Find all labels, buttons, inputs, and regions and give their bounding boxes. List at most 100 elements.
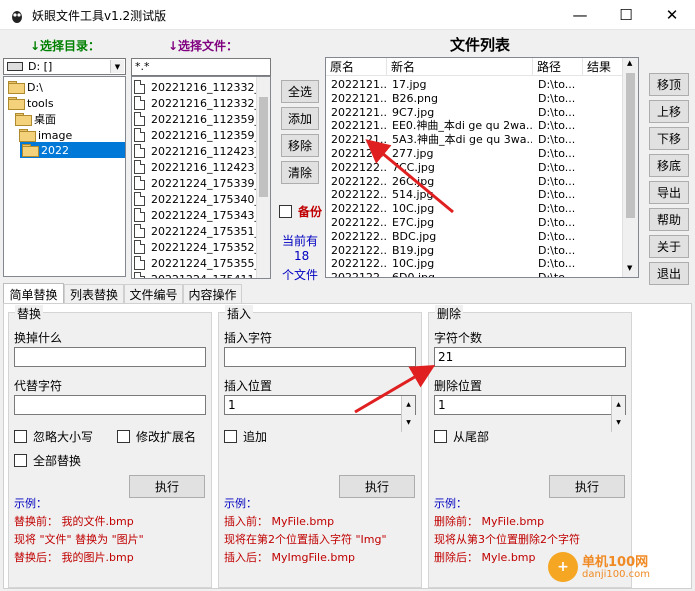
chevron-down-icon[interactable]: ▼ bbox=[110, 60, 124, 73]
spin-down-icon[interactable]: ▼ bbox=[611, 414, 625, 432]
minimize-button[interactable]: — bbox=[557, 0, 603, 30]
column-header-path[interactable]: 路径 bbox=[533, 58, 583, 75]
checkbox-box[interactable] bbox=[434, 430, 447, 443]
checkbox-box[interactable] bbox=[117, 430, 130, 443]
tree-item-desktop[interactable]: 桌面 bbox=[15, 111, 56, 127]
spin-up-icon[interactable]: ▲ bbox=[401, 396, 415, 414]
file-list-item[interactable]: 20221224_175340_E bbox=[134, 191, 256, 207]
ignore-case-checkbox[interactable]: 忽略大小写 bbox=[14, 428, 93, 445]
modify-extension-checkbox[interactable]: 修改扩展名 bbox=[117, 428, 196, 445]
file-list-item[interactable]: 20221224_175355_D bbox=[134, 255, 256, 271]
tab-list-replace[interactable]: 列表替换 bbox=[64, 284, 124, 303]
checkbox-box[interactable] bbox=[279, 205, 292, 218]
watermark-logo-icon: + bbox=[548, 552, 578, 582]
file-icon bbox=[134, 192, 145, 206]
replace-group-title: 替换 bbox=[15, 305, 44, 322]
file-table[interactable]: 原名 新名 路径 结果 2022121... 17.jpg D:\to... 2022… bbox=[325, 57, 639, 278]
column-header-new[interactable]: 新名 bbox=[387, 58, 533, 75]
file-filter-input[interactable]: *.* bbox=[131, 58, 271, 76]
cell-new-name: BDC.jpg bbox=[392, 229, 437, 243]
file-list-item[interactable]: 20221216_112332_A bbox=[134, 79, 256, 95]
checkbox-box[interactable] bbox=[224, 430, 237, 443]
file-list-item[interactable]: 20221216_112359_4 bbox=[134, 111, 256, 127]
file-icon bbox=[134, 112, 145, 126]
file-list-item[interactable]: 20221224_175351_9 bbox=[134, 223, 256, 239]
insert-char-input[interactable] bbox=[224, 347, 416, 367]
file-list-item[interactable]: 20221224_175339_6 bbox=[134, 175, 256, 191]
cell-original-name: 2022122... bbox=[331, 257, 386, 271]
clear-button[interactable]: 清除 bbox=[281, 161, 319, 184]
delete-run-button[interactable]: 执行 bbox=[549, 475, 625, 498]
file-list-item[interactable]: 20221216_112332_E bbox=[134, 95, 256, 111]
find-input[interactable] bbox=[14, 347, 206, 367]
spin-down-icon[interactable]: ▼ bbox=[401, 414, 415, 432]
export-button[interactable]: 导出 bbox=[649, 181, 689, 204]
help-button[interactable]: 帮助 bbox=[649, 208, 689, 231]
file-list-item[interactable]: 20221216_112359_E bbox=[134, 127, 256, 143]
close-button[interactable]: ✕ bbox=[649, 0, 695, 30]
replace-with-input[interactable] bbox=[14, 395, 206, 415]
column-header-original[interactable]: 原名 bbox=[326, 58, 387, 75]
insert-run-button[interactable]: 执行 bbox=[339, 475, 415, 498]
file-icon bbox=[134, 176, 145, 190]
file-list[interactable]: 20221216_112332_A 20221216_112332_E 202212… bbox=[131, 76, 271, 279]
backup-checkbox[interactable]: 备份 bbox=[279, 203, 322, 220]
cell-new-name: EE0.神曲_本di ge qu 2wa... bbox=[392, 119, 532, 133]
file-name: 20221216_112423_6 bbox=[151, 144, 256, 158]
tree-label: tools bbox=[27, 96, 54, 110]
tree-item-drive[interactable]: D:\ bbox=[8, 79, 43, 95]
cell-path: D:\to... bbox=[538, 243, 576, 257]
from-end-checkbox[interactable]: 从尾部 bbox=[434, 428, 489, 445]
tree-item-2022[interactable]: 2022 bbox=[20, 142, 125, 158]
cell-new-name: 10C.jpg bbox=[392, 202, 435, 216]
tab-simple-replace[interactable]: 简单替换 bbox=[3, 283, 64, 304]
file-list-item[interactable]: 20221224_175411_F bbox=[134, 271, 256, 278]
delete-count-input[interactable]: 21 bbox=[434, 347, 626, 367]
scroll-up-icon[interactable]: ▲ bbox=[627, 59, 632, 67]
move-down-button[interactable]: 下移 bbox=[649, 127, 689, 150]
cell-original-name: 2022121... bbox=[331, 78, 386, 91]
tab-content-operation[interactable]: 内容操作 bbox=[183, 284, 242, 303]
move-bottom-button[interactable]: 移底 bbox=[649, 154, 689, 177]
file-list-item[interactable]: 20221216_112423_7 bbox=[134, 159, 256, 175]
checkbox-box[interactable] bbox=[14, 454, 27, 467]
file-list-item[interactable]: 20221216_112423_6 bbox=[134, 143, 256, 159]
move-up-button[interactable]: 上移 bbox=[649, 100, 689, 123]
spin-buttons[interactable]: ▲ ▼ bbox=[611, 396, 625, 432]
scroll-thumb[interactable] bbox=[626, 73, 635, 218]
tree-item-tools[interactable]: tools bbox=[8, 95, 54, 111]
scroll-thumb[interactable] bbox=[259, 97, 268, 197]
remove-button[interactable]: 移除 bbox=[281, 134, 319, 157]
tree-item-image[interactable]: image bbox=[19, 127, 72, 143]
file-list-scrollbar[interactable] bbox=[256, 77, 270, 278]
cell-original-name: 2022121... bbox=[331, 91, 386, 105]
replace-all-checkbox[interactable]: 全部替换 bbox=[14, 452, 81, 469]
file-name: 20221224_175352_5 bbox=[151, 240, 256, 254]
cell-path: D:\to... bbox=[538, 105, 576, 119]
table-scrollbar[interactable]: ▲ ▼ bbox=[622, 58, 638, 277]
scroll-down-icon[interactable]: ▼ bbox=[627, 264, 632, 272]
move-top-button[interactable]: 移顶 bbox=[649, 73, 689, 96]
column-header-result[interactable]: 结果 bbox=[583, 58, 623, 75]
cell-path: D:\to... bbox=[538, 216, 576, 229]
add-button[interactable]: 添加 bbox=[281, 107, 319, 130]
append-checkbox[interactable]: 追加 bbox=[224, 428, 267, 445]
delete-position-stepper[interactable]: 1 ▲ ▼ bbox=[434, 395, 626, 432]
spin-up-icon[interactable]: ▲ bbox=[611, 396, 625, 414]
insert-char-label: 插入字符 bbox=[224, 331, 273, 345]
exit-button[interactable]: 退出 bbox=[649, 262, 689, 285]
insert-position-stepper[interactable]: 1 ▲ ▼ bbox=[224, 395, 416, 432]
file-list-item[interactable]: 20221224_175352_5 bbox=[134, 239, 256, 255]
spin-buttons[interactable]: ▲ ▼ bbox=[401, 396, 415, 432]
checkbox-box[interactable] bbox=[14, 430, 27, 443]
cell-new-name: 7CC.jpg bbox=[392, 160, 435, 174]
drive-select[interactable]: D: [] ▼ bbox=[3, 58, 126, 75]
directory-tree[interactable]: D:\ tools 桌面 image 2022 bbox=[3, 76, 126, 277]
tab-file-numbering[interactable]: 文件编号 bbox=[124, 284, 183, 303]
file-list-item[interactable]: 20221224_175343_E bbox=[134, 207, 256, 223]
folder-icon bbox=[8, 81, 25, 94]
maximize-button[interactable]: ☐ bbox=[603, 0, 649, 30]
about-button[interactable]: 关于 bbox=[649, 235, 689, 258]
select-all-button[interactable]: 全选 bbox=[281, 80, 319, 103]
replace-run-button[interactable]: 执行 bbox=[129, 475, 205, 498]
